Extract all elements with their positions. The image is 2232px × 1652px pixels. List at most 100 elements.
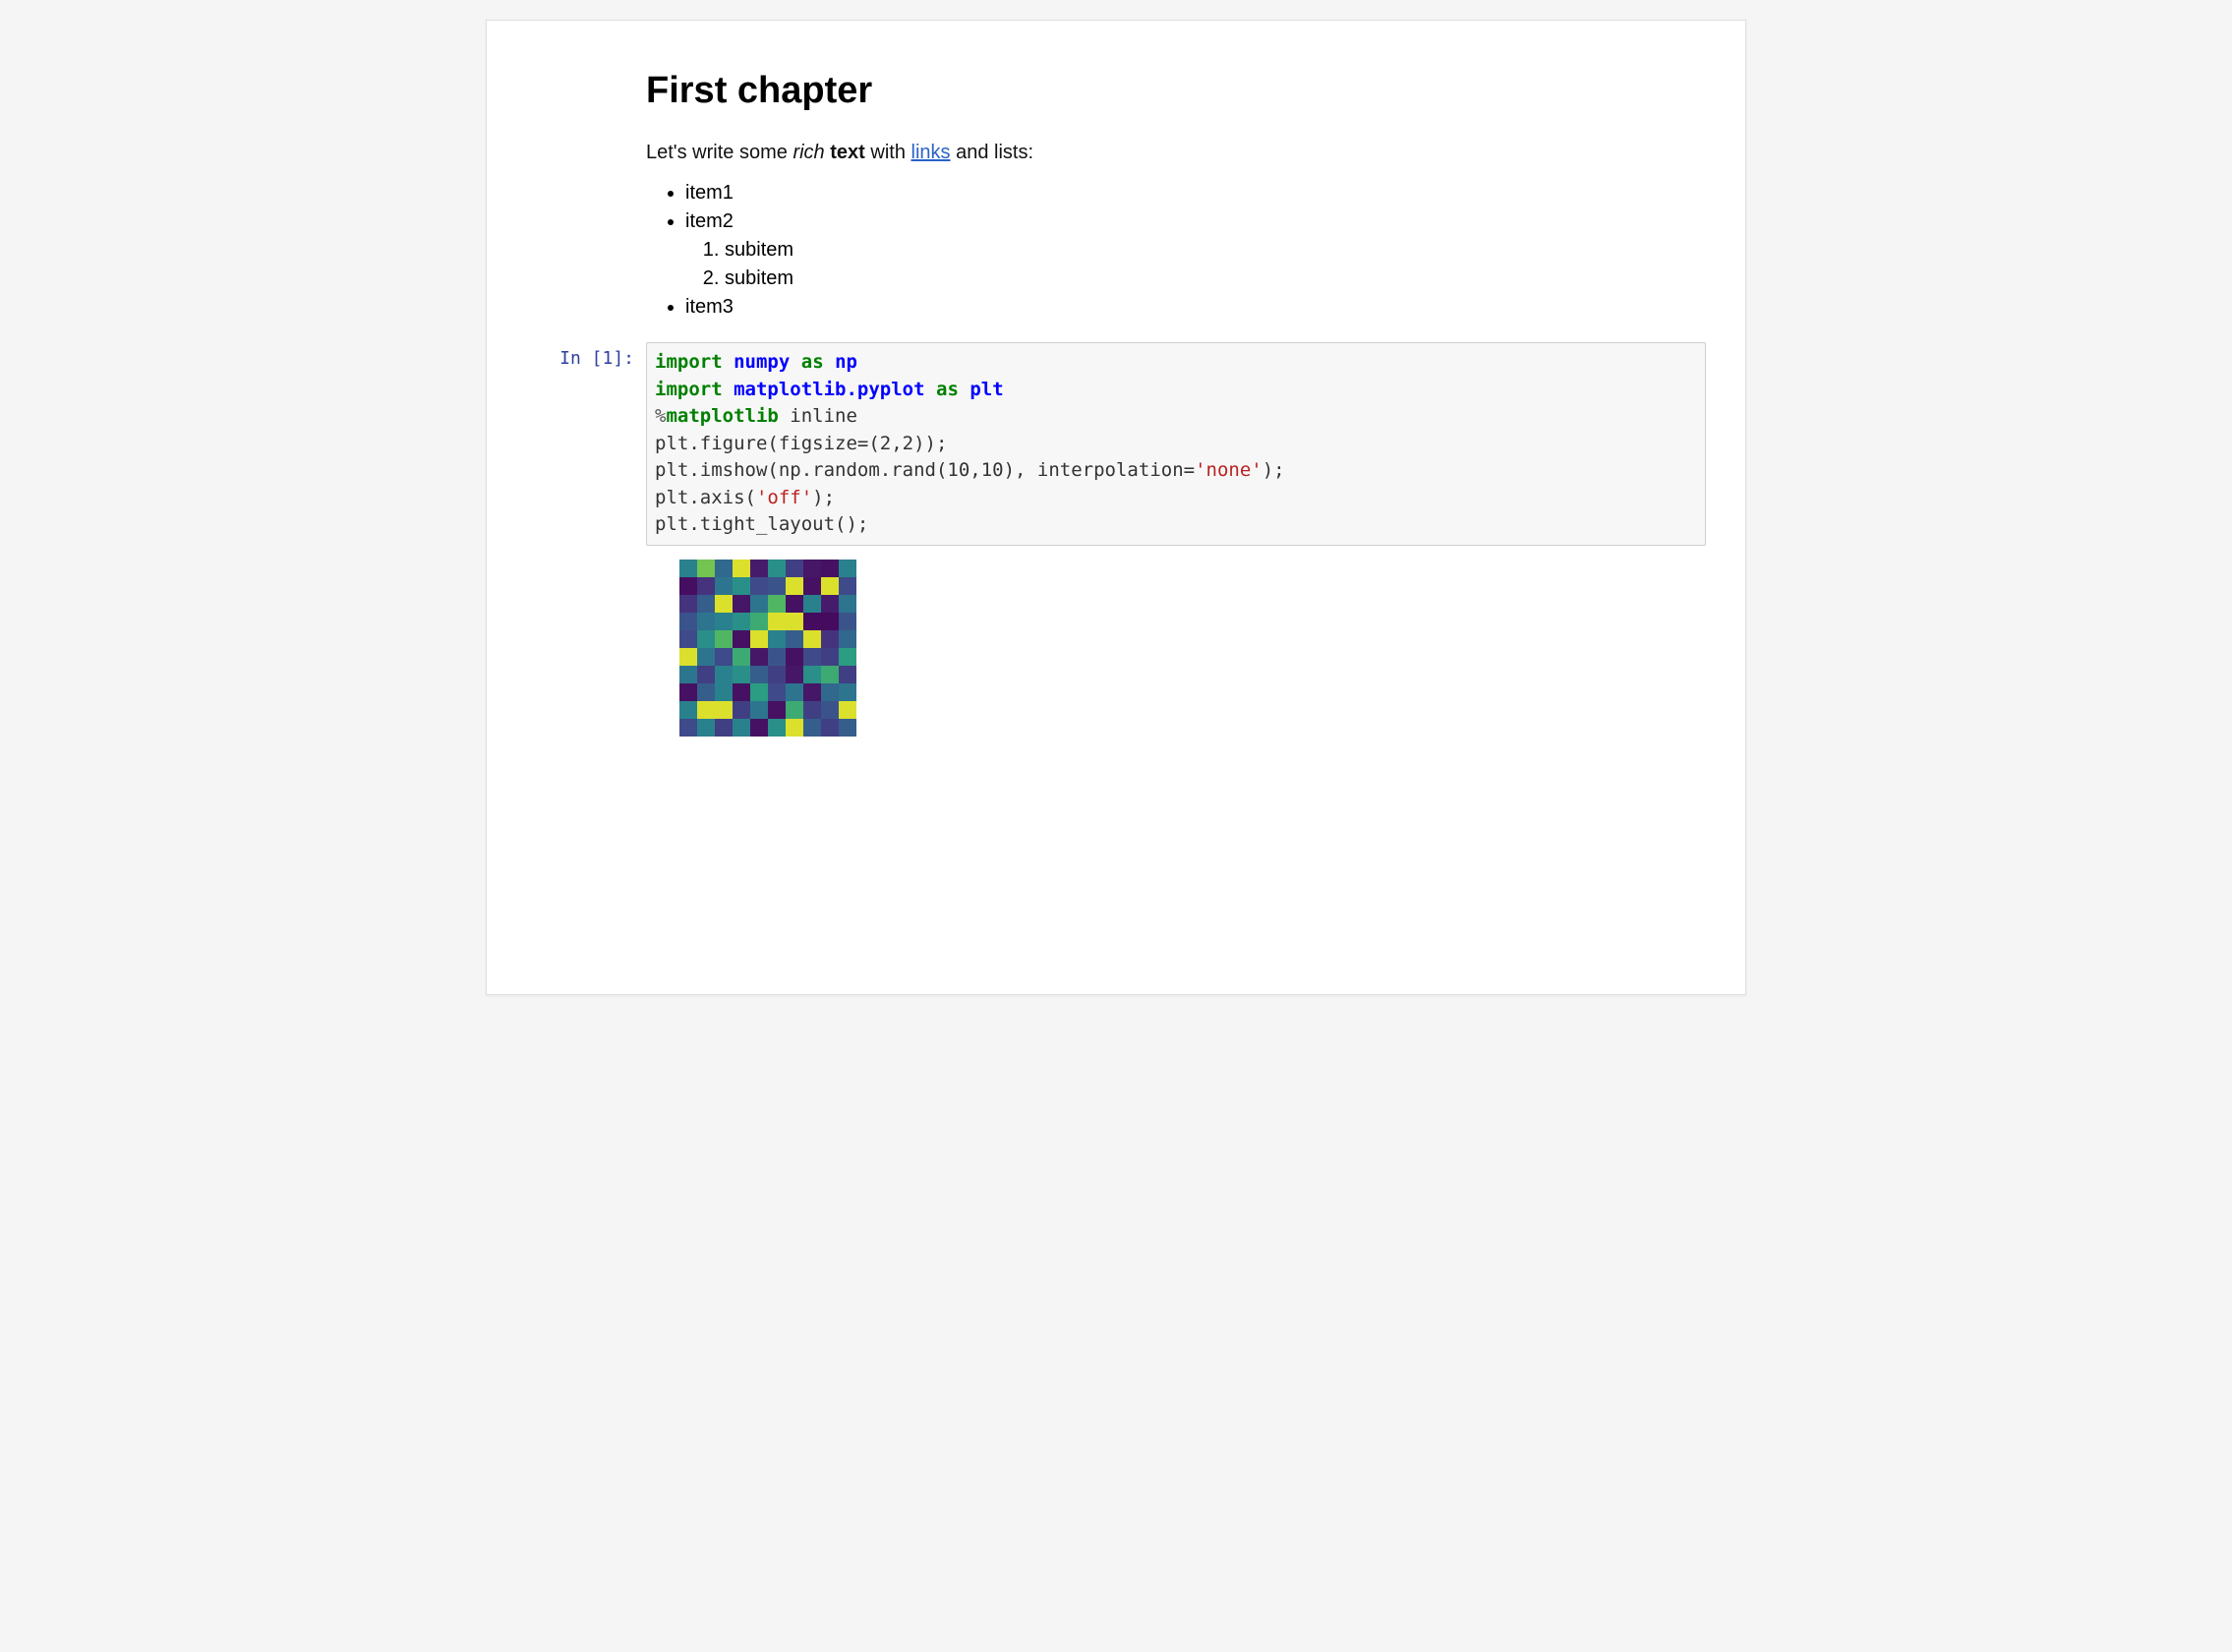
intro-mid: with (865, 142, 911, 163)
intro-link[interactable]: links (911, 142, 951, 163)
heatmap-pixel (803, 595, 821, 613)
heatmap-pixel (750, 683, 768, 701)
code-line: plt.axis( (655, 487, 756, 508)
heatmap-pixel (679, 648, 697, 666)
code-line-tail: ); (1263, 459, 1285, 481)
heatmap-pixel (715, 648, 733, 666)
heatmap-pixel (750, 648, 768, 666)
heatmap-pixel (803, 613, 821, 630)
heatmap-pixel (839, 595, 856, 613)
heatmap-pixel (839, 630, 856, 648)
heatmap-pixel (697, 666, 715, 683)
heatmap-pixel (679, 666, 697, 683)
heatmap-pixel (733, 613, 750, 630)
heatmap-pixel (715, 701, 733, 719)
heatmap-pixel (679, 560, 697, 577)
string-none: 'none' (1195, 459, 1263, 481)
heatmap-pixel (715, 613, 733, 630)
imshow-output (679, 560, 856, 737)
code-cell: In [1]: import numpy as np import matplo… (526, 342, 1706, 737)
notebook-container: First chapter Let's write some rich text… (486, 20, 1746, 995)
alias-plt: plt (969, 379, 1003, 400)
heatmap-pixel (715, 719, 733, 737)
heatmap-pixel (821, 595, 839, 613)
heatmap-pixel (768, 666, 786, 683)
heatmap-pixel (786, 630, 803, 648)
heatmap-pixel (697, 613, 715, 630)
heatmap-pixel (679, 701, 697, 719)
module-matplotlib: matplotlib.pyplot (734, 379, 924, 400)
heatmap-pixel (715, 577, 733, 595)
heatmap-pixel (679, 577, 697, 595)
heatmap-pixel (697, 595, 715, 613)
heatmap-pixel (803, 577, 821, 595)
output-area (646, 546, 1706, 737)
code-line: plt.tight_layout(); (655, 513, 868, 535)
heatmap-pixel (786, 719, 803, 737)
heatmap-pixel (803, 719, 821, 737)
alias-np: np (835, 351, 857, 373)
heatmap-pixel (733, 683, 750, 701)
intro-suffix: and lists: (951, 142, 1033, 163)
heatmap-pixel (786, 613, 803, 630)
heatmap-pixel (733, 666, 750, 683)
heatmap-pixel (786, 560, 803, 577)
string-off: 'off' (756, 487, 812, 508)
heatmap-pixel (803, 648, 821, 666)
heatmap-pixel (733, 560, 750, 577)
heatmap-pixel (839, 560, 856, 577)
code-line: plt.figure(figsize=(2,2)); (655, 433, 947, 454)
heatmap-pixel (803, 701, 821, 719)
markdown-content: First chapter Let's write some rich text… (646, 50, 1706, 332)
heatmap-pixel (839, 577, 856, 595)
heatmap-pixel (679, 683, 697, 701)
heatmap-pixel (803, 666, 821, 683)
input-prompt: In [1]: (526, 342, 646, 737)
list-item: item2 subitem subitem (685, 210, 1706, 290)
heatmap-pixel (821, 701, 839, 719)
heatmap-pixel (733, 701, 750, 719)
heatmap-pixel (750, 613, 768, 630)
heatmap-pixel (768, 630, 786, 648)
heatmap-pixel (697, 701, 715, 719)
heatmap-pixel (750, 577, 768, 595)
heatmap-pixel (715, 595, 733, 613)
code-line-tail: ); (812, 487, 835, 508)
prompt-empty (526, 50, 646, 332)
code-line: plt.imshow(np.random.rand(10,10), interp… (655, 459, 1195, 481)
heatmap-pixel (803, 560, 821, 577)
heatmap-pixel (750, 719, 768, 737)
heatmap-pixel (768, 577, 786, 595)
heatmap-pixel (786, 577, 803, 595)
heatmap-pixel (697, 577, 715, 595)
code-input-area[interactable]: import numpy as np import matplotlib.pyp… (646, 342, 1706, 546)
heatmap-pixel (786, 666, 803, 683)
heatmap-pixel (768, 613, 786, 630)
heatmap-pixel (750, 595, 768, 613)
heatmap-pixel (733, 577, 750, 595)
heatmap-pixel (679, 719, 697, 737)
heatmap-pixel (821, 666, 839, 683)
list-item-label: item2 (685, 210, 734, 232)
heatmap-pixel (715, 560, 733, 577)
bullet-list: item1 item2 subitem subitem item3 (646, 182, 1706, 319)
heatmap-pixel (786, 683, 803, 701)
heatmap-pixel (839, 683, 856, 701)
keyword-as: as (936, 379, 959, 400)
heatmap-pixel (821, 577, 839, 595)
heatmap-pixel (750, 630, 768, 648)
heatmap-pixel (750, 701, 768, 719)
intro-paragraph: Let's write some rich text with links an… (646, 142, 1706, 164)
heatmap-pixel (839, 701, 856, 719)
heatmap-pixel (768, 719, 786, 737)
keyword-import: import (655, 379, 723, 400)
keyword-as: as (801, 351, 824, 373)
heatmap-pixel (803, 683, 821, 701)
heatmap-pixel (768, 595, 786, 613)
heatmap-pixel (750, 560, 768, 577)
heatmap-pixel (839, 613, 856, 630)
heatmap-pixel (697, 560, 715, 577)
heatmap-pixel (786, 701, 803, 719)
module-numpy: numpy (734, 351, 790, 373)
ordered-sublist: subitem subitem (685, 239, 1706, 290)
